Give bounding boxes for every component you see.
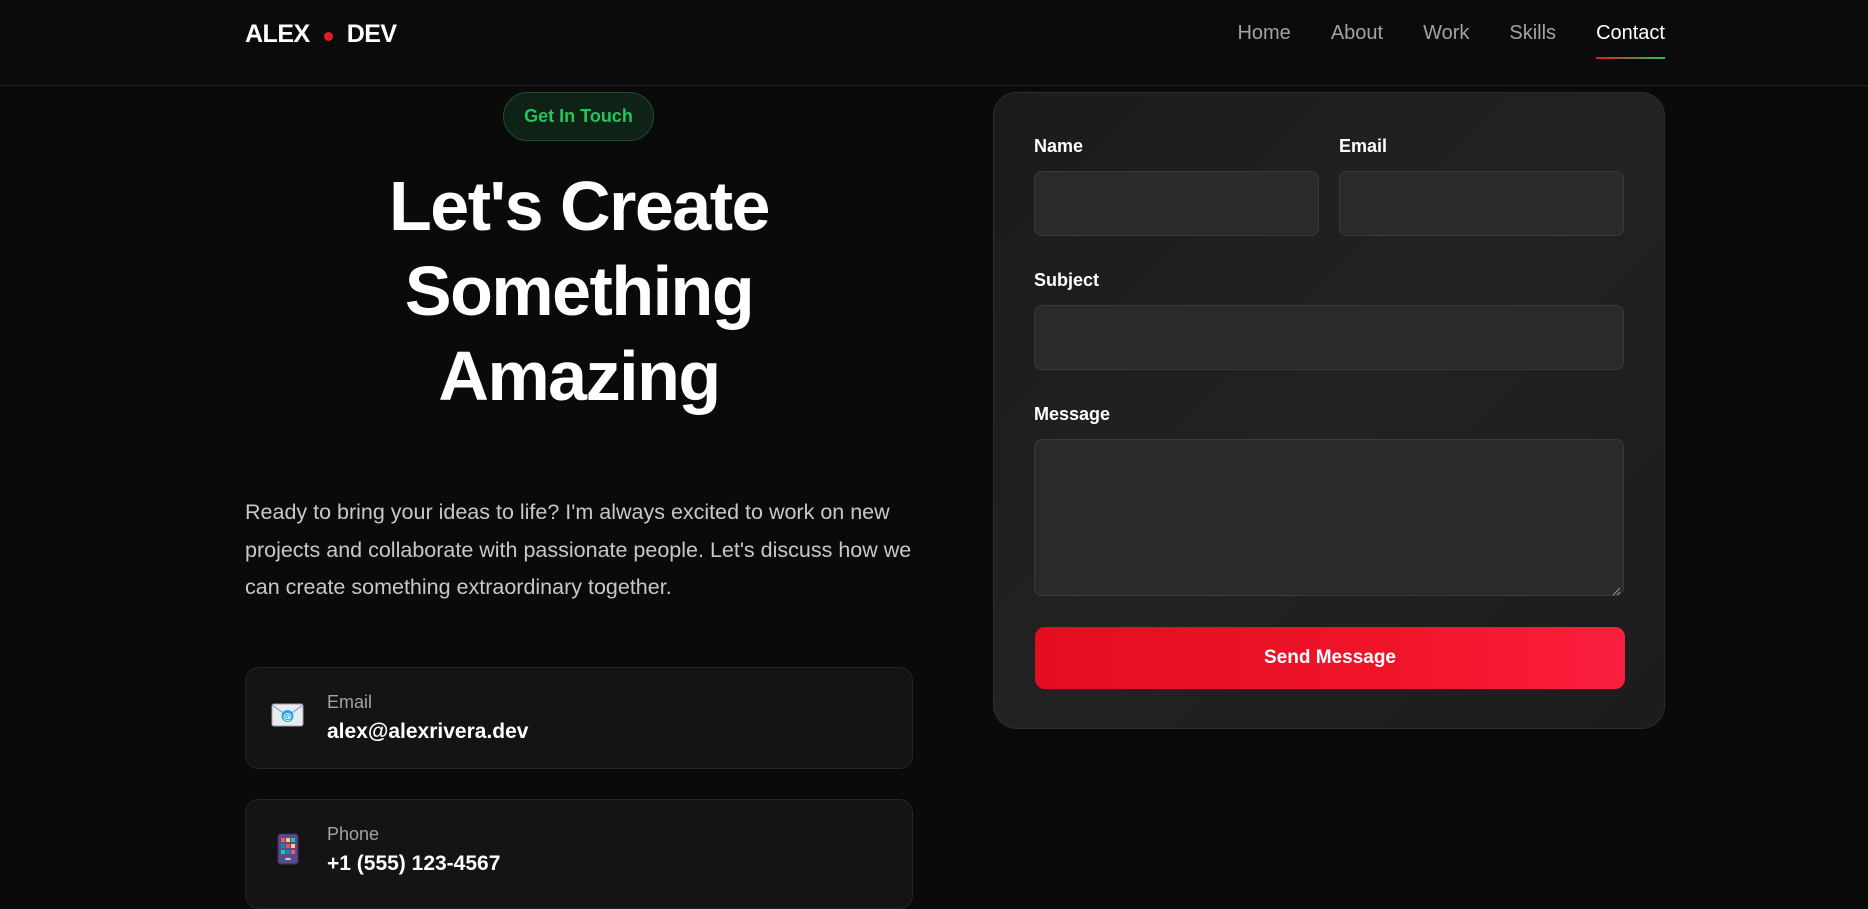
message-label: Message — [1034, 404, 1111, 424]
hero-title: Let's Create Something Amazing — [245, 164, 913, 419]
nav-link-work[interactable]: Work — [1423, 22, 1469, 59]
email-label: Email — [1339, 136, 1388, 156]
contact-form: Name Email Subject Message Send Message — [993, 92, 1665, 729]
logo[interactable]: ALEX DEV — [245, 20, 397, 49]
phone-icon — [271, 833, 304, 865]
nav-link-home[interactable]: Home — [1237, 22, 1290, 59]
logo-text-right: DEV — [346, 20, 397, 48]
phone-info-value[interactable]: +1 (555) 123-4567 — [327, 852, 500, 876]
phone-info-card[interactable]: Phone +1 (555) 123-4567 — [245, 799, 913, 909]
hero-title-line-2: Something — [404, 252, 755, 330]
logo-text-left: ALEX — [245, 20, 310, 48]
resize-handle-icon[interactable] — [1611, 583, 1621, 596]
hero-title-line-1: Let's Create — [389, 167, 770, 245]
phone-info-label: Phone — [327, 824, 380, 844]
svg-text:@: @ — [283, 713, 292, 723]
email-info-card[interactable]: @ Email alex@alexrivera.dev — [245, 667, 913, 769]
logo-dot-icon — [323, 32, 333, 41]
hero-title-line-3: Amazing — [438, 337, 721, 415]
envelope-icon: @ — [271, 702, 304, 728]
nav-link-skills[interactable]: Skills — [1509, 22, 1556, 59]
name-label: Name — [1034, 136, 1084, 156]
intro-paragraph: Ready to bring your ideas to life? I'm a… — [245, 500, 912, 599]
subject-input[interactable] — [1034, 305, 1624, 370]
nav-link-contact[interactable]: Contact — [1596, 22, 1665, 59]
get-in-touch-badge: Get In Touch — [503, 92, 654, 141]
subject-label: Subject — [1034, 270, 1100, 290]
top-nav: ALEX DEV Home About Work Skills Contact — [0, 0, 1868, 86]
send-message-button[interactable]: Send Message — [1035, 627, 1625, 689]
message-textarea[interactable] — [1034, 439, 1624, 596]
name-input[interactable] — [1034, 171, 1319, 236]
nav-links: Home About Work Skills Contact — [1237, 22, 1665, 59]
email-info-label: Email — [327, 692, 373, 712]
nav-link-about[interactable]: About — [1331, 22, 1383, 59]
email-input[interactable] — [1339, 171, 1624, 236]
email-info-value[interactable]: alex@alexrivera.dev — [327, 720, 528, 744]
